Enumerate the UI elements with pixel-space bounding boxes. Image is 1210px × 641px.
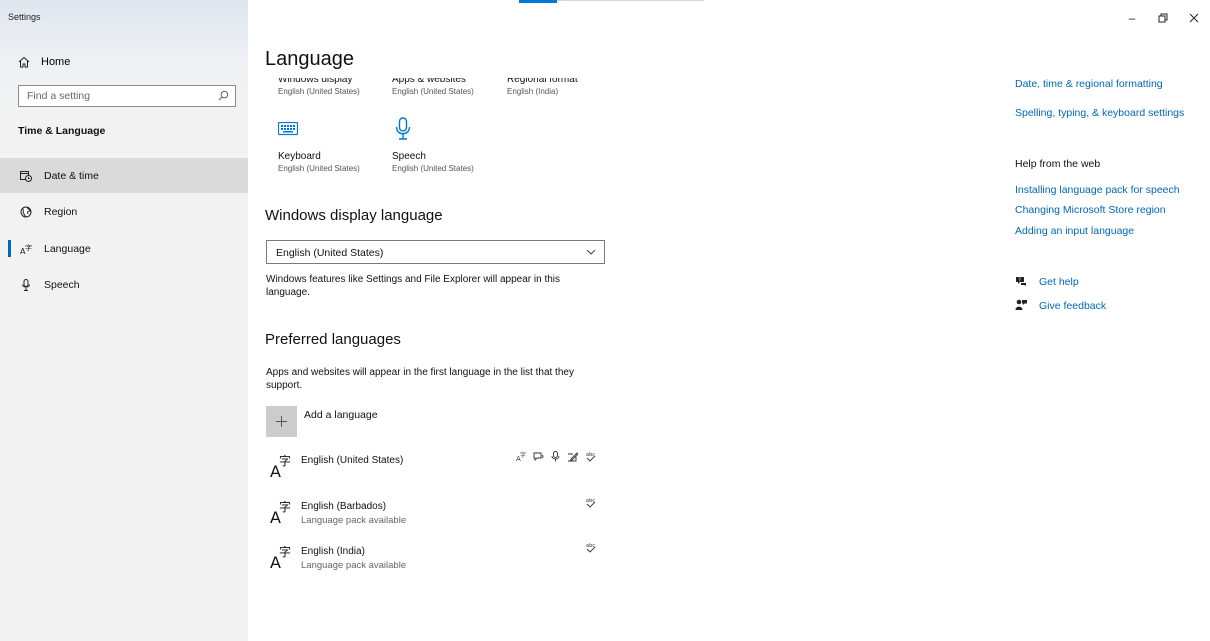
spellcheck-feature-icon: abc (586, 498, 596, 508)
svg-text:字: 字 (279, 453, 291, 468)
chevron-down-icon (586, 249, 596, 255)
tile-subtitle: English (United States) (278, 87, 360, 96)
tile-subtitle: English (United States) (392, 87, 474, 96)
preferred-languages-description: Apps and websites will appear in the fir… (266, 367, 574, 391)
help-link-install-language-pack[interactable]: Installing language pack for speech (1015, 184, 1180, 196)
tile-title: Speech (392, 151, 426, 162)
svg-text:?: ? (1018, 277, 1021, 283)
page-title: Language (265, 48, 354, 70)
sidebar-item-label: Language (44, 242, 91, 255)
language-name: English (Barbados) (301, 501, 387, 512)
display-language-heading: Windows display language (265, 207, 443, 224)
tile-subtitle: English (United States) (392, 164, 474, 173)
search-box[interactable] (18, 85, 236, 107)
display-language-feature-icon: A 字 (516, 451, 526, 462)
scroll-indicator (519, 0, 704, 5)
tile-title: Apps & websites (392, 74, 466, 85)
sidebar-item-region[interactable]: Region (0, 194, 248, 229)
restore-icon[interactable] (1157, 12, 1169, 24)
tile-subtitle: English (India) (507, 87, 559, 96)
sidebar-item-label: Speech (44, 278, 80, 291)
help-link-change-store-region[interactable]: Changing Microsoft Store region (1015, 204, 1166, 216)
sidebar-item-label: Date & time (44, 169, 99, 182)
help-link-add-input-language[interactable]: Adding an input language (1015, 225, 1134, 237)
help-from-web-heading: Help from the web (1015, 158, 1101, 170)
language-row-english-india[interactable]: A 字 English (India) Language pack availa… (266, 542, 611, 574)
tile-speech[interactable]: Speech English (United States) (392, 151, 474, 173)
text-to-speech-feature-icon (533, 452, 544, 462)
sidebar: Settings Home Time & Language Date & tim… (0, 0, 248, 641)
section-title: Time & Language (18, 125, 106, 137)
home-nav-item[interactable]: Home (18, 54, 70, 70)
language-name: English (India) (301, 546, 365, 557)
spellcheck-feature-icon: abc (586, 452, 596, 462)
get-help-icon: ? (1016, 277, 1026, 286)
language-icon: A 字 (270, 499, 291, 525)
language-status: Language pack available (301, 515, 407, 526)
give-feedback-link[interactable]: Give feedback (1039, 300, 1106, 312)
search-input[interactable] (19, 86, 209, 106)
tile-title: Regional format (507, 74, 578, 85)
search-icon[interactable] (218, 90, 229, 101)
keyboard-icon (278, 122, 298, 136)
svg-text:字: 字 (279, 544, 291, 559)
close-icon[interactable] (1188, 12, 1200, 24)
svg-text:字: 字 (520, 451, 526, 459)
language-icon: A 字 (20, 243, 32, 255)
globe-icon (20, 206, 32, 217)
minimize-icon[interactable]: – (1126, 12, 1138, 24)
language-name: English (United States) (301, 455, 404, 466)
preferred-languages-heading: Preferred languages (265, 331, 401, 348)
get-help-link[interactable]: Get help (1039, 276, 1079, 288)
microphone-icon (395, 117, 411, 140)
language-icon: A 字 (270, 544, 291, 570)
app-title: Settings (8, 12, 41, 22)
tile-title: Keyboard (278, 151, 321, 162)
language-row-english-barbados[interactable]: A 字 English (Barbados) Language pack ava… (266, 497, 611, 529)
selection-indicator (8, 240, 11, 257)
tile-apps-websites[interactable]: Apps & websites English (United States) (392, 74, 474, 96)
svg-text:字: 字 (25, 243, 32, 252)
svg-text:字: 字 (279, 499, 291, 514)
sidebar-item-speech[interactable]: Speech (0, 267, 248, 302)
speech-recognition-feature-icon (551, 451, 560, 462)
tile-regional-format[interactable]: Regional format English (India) (507, 74, 578, 96)
tile-windows-display[interactable]: Windows display English (United States) (278, 74, 360, 96)
add-language-label[interactable]: Add a language (304, 409, 378, 421)
microphone-icon (22, 278, 30, 291)
sidebar-item-language[interactable]: A 字 Language (0, 231, 248, 266)
home-icon (18, 56, 30, 68)
sidebar-item-label: Region (44, 205, 78, 218)
language-icon: A 字 (270, 453, 291, 479)
calendar-clock-icon (20, 170, 32, 182)
related-link-spelling-typing-keyboard[interactable]: Spelling, typing, & keyboard settings (1015, 107, 1184, 119)
display-language-dropdown[interactable]: English (United States) (266, 240, 605, 264)
home-label: Home (41, 56, 71, 68)
feedback-icon (1015, 299, 1027, 310)
dropdown-value: English (United States) (276, 247, 384, 259)
related-link-date-time-regional[interactable]: Date, time & regional formatting (1015, 78, 1163, 90)
language-row-english-us[interactable]: A 字 English (United States) A 字 abc (266, 451, 611, 483)
display-language-description: Windows features like Settings and File … (266, 274, 561, 298)
language-status: Language pack available (301, 560, 407, 571)
add-language-button[interactable] (266, 406, 297, 437)
tile-title: Windows display (278, 74, 353, 85)
handwriting-feature-icon (568, 452, 578, 462)
tile-subtitle: English (United States) (278, 164, 360, 173)
spellcheck-feature-icon: abc (586, 543, 596, 553)
sidebar-item-date-time[interactable]: Date & time (0, 158, 248, 193)
tile-keyboard[interactable]: Keyboard English (United States) (278, 151, 360, 173)
